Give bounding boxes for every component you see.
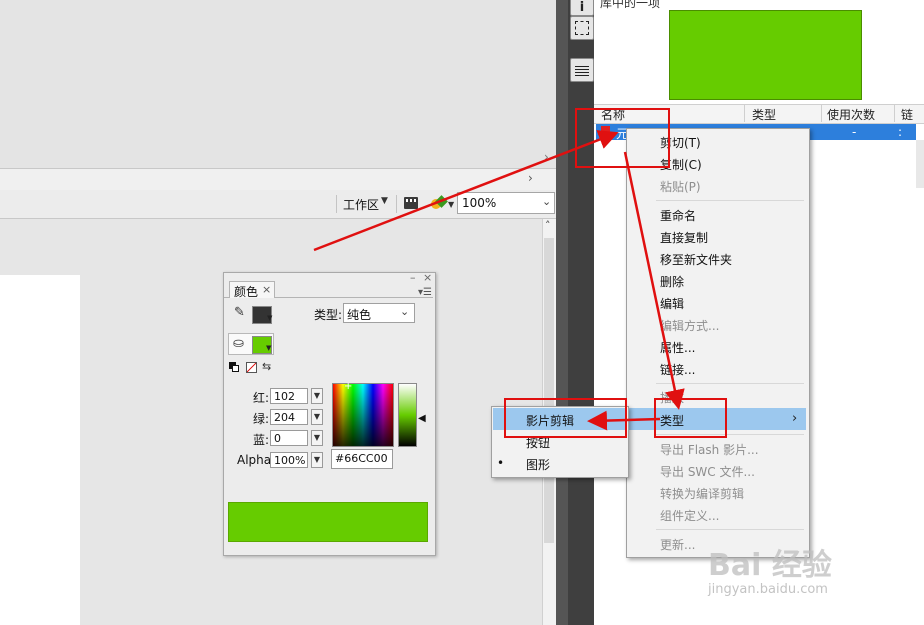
arrow-to-movie-clip	[587, 410, 661, 431]
arrow-to-type-menu	[623, 151, 685, 410]
arrow-to-library-item	[313, 130, 619, 252]
watermark-logo: Bai 经验	[708, 540, 832, 584]
annotation-arrows	[313, 130, 685, 431]
watermark-text: Bai 经验	[708, 548, 832, 583]
watermark-url: jingyan.baidu.com	[708, 582, 828, 597]
